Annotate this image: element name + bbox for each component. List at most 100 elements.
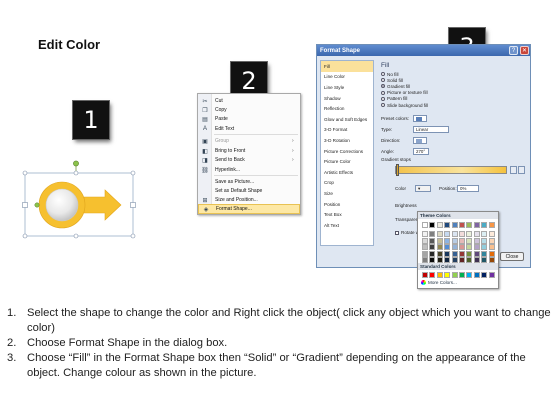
- color-swatch[interactable]: [458, 231, 465, 237]
- nav-item[interactable]: Fill: [321, 61, 373, 72]
- gradient-stop-handle[interactable]: [396, 164, 399, 176]
- nav-item[interactable]: Alt Text: [321, 220, 373, 231]
- color-swatch[interactable]: [444, 237, 451, 244]
- color-swatch[interactable]: [466, 250, 473, 257]
- selected-shape[interactable]: [20, 160, 138, 248]
- radio-button[interactable]: [381, 72, 385, 77]
- color-swatch[interactable]: [444, 231, 451, 237]
- color-swatch[interactable]: [458, 222, 465, 228]
- color-swatch[interactable]: [466, 272, 473, 278]
- add-stop-icon[interactable]: [510, 166, 517, 174]
- fill-option[interactable]: Slide background fill: [381, 102, 529, 108]
- nav-item[interactable]: Position: [321, 199, 373, 210]
- color-swatch[interactable]: [451, 231, 458, 237]
- nav-item[interactable]: Text Box: [321, 209, 373, 220]
- radio-button[interactable]: [381, 84, 385, 89]
- nav-item[interactable]: Shadow: [321, 93, 373, 104]
- color-swatch[interactable]: [488, 222, 495, 228]
- color-swatch[interactable]: [488, 272, 495, 278]
- color-swatch[interactable]: [481, 222, 488, 228]
- color-swatch[interactable]: [488, 231, 495, 237]
- color-swatch[interactable]: [458, 272, 465, 278]
- color-swatch[interactable]: [422, 244, 428, 251]
- color-swatch[interactable]: [458, 237, 465, 244]
- nav-item[interactable]: Reflection: [321, 103, 373, 114]
- color-swatch[interactable]: [422, 272, 428, 278]
- color-swatch[interactable]: [436, 222, 443, 228]
- color-swatch[interactable]: [458, 244, 465, 251]
- nav-item[interactable]: Picture Color: [321, 156, 373, 167]
- color-swatch[interactable]: [429, 272, 436, 278]
- context-menu-item[interactable]: ▣ Group ›: [198, 136, 300, 146]
- nav-item[interactable]: Picture Corrections: [321, 146, 373, 157]
- color-swatch[interactable]: [422, 222, 428, 228]
- color-swatch[interactable]: [473, 244, 480, 251]
- color-swatch[interactable]: [451, 244, 458, 251]
- color-swatch[interactable]: [422, 237, 428, 244]
- radio-button[interactable]: [381, 96, 385, 101]
- more-colors-option[interactable]: More Colors...: [421, 280, 457, 285]
- color-swatch[interactable]: [473, 237, 480, 244]
- color-swatch[interactable]: [444, 222, 451, 228]
- nav-item[interactable]: Crop: [321, 178, 373, 189]
- rotate-checkbox[interactable]: [395, 230, 399, 235]
- color-picker-button[interactable]: ▾: [415, 185, 431, 192]
- context-menu-item[interactable]: ▤ Paste: [198, 114, 300, 124]
- context-menu-item[interactable]: ⛓ Hyperlink...: [198, 165, 300, 175]
- color-swatch[interactable]: [488, 237, 495, 244]
- color-swatch[interactable]: [473, 231, 480, 237]
- nav-item[interactable]: 3-D Rotation: [321, 135, 373, 146]
- color-swatch[interactable]: [481, 250, 488, 257]
- context-menu-item[interactable]: ◨ Send to Back ›: [198, 155, 300, 165]
- color-swatch[interactable]: [458, 250, 465, 257]
- color-swatch[interactable]: [473, 272, 480, 278]
- color-swatch[interactable]: [444, 250, 451, 257]
- nav-item[interactable]: Glow and Soft Edges: [321, 114, 373, 125]
- color-swatch[interactable]: [473, 250, 480, 257]
- nav-item[interactable]: 3-D Format: [321, 125, 373, 136]
- color-swatch[interactable]: [466, 222, 473, 228]
- help-button[interactable]: ?: [509, 46, 518, 55]
- nav-item[interactable]: Size: [321, 188, 373, 199]
- color-swatch[interactable]: [488, 244, 495, 251]
- preset-colors-dropdown[interactable]: [413, 115, 427, 122]
- radio-button[interactable]: [381, 78, 385, 83]
- gradient-stops-bar[interactable]: [395, 166, 507, 174]
- color-swatch[interactable]: [466, 237, 473, 244]
- direction-dropdown[interactable]: [413, 137, 427, 144]
- radio-button[interactable]: [381, 90, 385, 95]
- context-menu-item[interactable]: A Edit Text: [198, 124, 300, 134]
- angle-input[interactable]: 270°: [413, 148, 429, 155]
- color-swatch[interactable]: [481, 231, 488, 237]
- context-menu-item[interactable]: ◈ Format Shape...: [198, 204, 300, 214]
- close-button[interactable]: Close: [500, 252, 524, 261]
- color-swatch[interactable]: [429, 231, 436, 237]
- color-swatch[interactable]: [444, 272, 451, 278]
- color-swatch[interactable]: [451, 250, 458, 257]
- color-swatch[interactable]: [488, 250, 495, 257]
- color-swatch[interactable]: [436, 237, 443, 244]
- color-swatch[interactable]: [429, 237, 436, 244]
- close-icon[interactable]: ✕: [520, 46, 529, 55]
- color-swatch[interactable]: [436, 231, 443, 237]
- nav-item[interactable]: Line Color: [321, 72, 373, 83]
- color-swatch[interactable]: [466, 244, 473, 251]
- color-swatch[interactable]: [429, 222, 436, 228]
- color-swatch[interactable]: [436, 272, 443, 278]
- color-swatch[interactable]: [444, 244, 451, 251]
- color-swatch[interactable]: [429, 250, 436, 257]
- color-swatch[interactable]: [436, 250, 443, 257]
- color-swatch[interactable]: [422, 231, 428, 237]
- color-swatch[interactable]: [481, 244, 488, 251]
- color-swatch[interactable]: [481, 272, 488, 278]
- color-swatch[interactable]: [436, 244, 443, 251]
- nav-item[interactable]: Artistic Effects: [321, 167, 373, 178]
- color-swatch[interactable]: [466, 231, 473, 237]
- remove-stop-icon[interactable]: [518, 166, 525, 174]
- color-swatch[interactable]: [473, 222, 480, 228]
- radio-button[interactable]: [381, 103, 385, 108]
- nav-item[interactable]: Line Style: [321, 82, 373, 93]
- color-swatch[interactable]: [451, 272, 458, 278]
- color-swatch[interactable]: [429, 244, 436, 251]
- color-swatch[interactable]: [451, 222, 458, 228]
